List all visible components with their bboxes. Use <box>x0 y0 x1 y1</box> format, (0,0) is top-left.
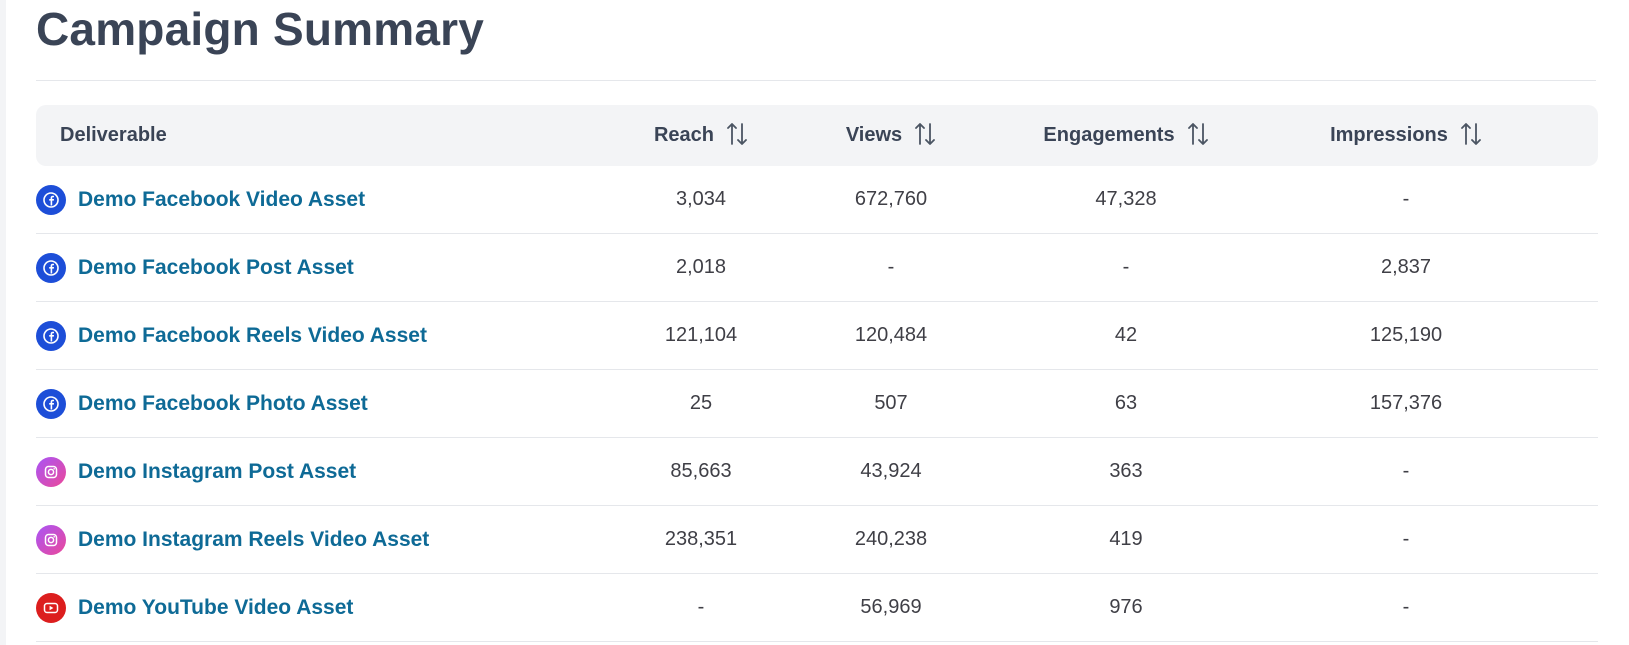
cell-deliverable: Demo Facebook Post Asset <box>36 234 636 301</box>
cell-engagements: 419 <box>1109 528 1143 550</box>
column-label-views: Views <box>845 124 903 146</box>
cell-deliverable: Demo Instagram Reels Video Asset <box>36 506 636 573</box>
facebook-icon <box>36 184 66 215</box>
sort-icon[interactable] <box>914 121 936 147</box>
page-title: Campaign Summary <box>36 3 484 55</box>
cell-reach: 25 <box>689 392 713 414</box>
youtube-icon <box>36 592 66 623</box>
cell-engagements: 42 <box>1114 324 1138 346</box>
deliverable-link[interactable]: Demo Facebook Video Asset <box>78 188 365 212</box>
cell-engagements: 47,328 <box>1095 188 1157 210</box>
cell-views: 240,238 <box>854 528 928 550</box>
cell-reach: 3,034 <box>675 188 727 210</box>
cell-deliverable: Demo Facebook Photo Asset <box>36 370 636 437</box>
cell-deliverable: Demo YouTube Video Asset <box>36 574 636 641</box>
deliverable-link[interactable]: Demo Facebook Post Asset <box>78 256 354 280</box>
cell-impressions: 125,190 <box>1369 324 1443 346</box>
facebook-icon <box>36 388 66 419</box>
cell-deliverable: Demo Facebook Video Asset <box>36 166 636 233</box>
cell-impressions: 2,837 <box>1380 256 1432 278</box>
cell-engagements: - <box>1122 256 1130 278</box>
cell-reach: 85,663 <box>670 460 732 482</box>
cell-views: - <box>887 256 895 278</box>
instagram-icon <box>36 524 66 555</box>
deliverable-link[interactable]: Demo Facebook Photo Asset <box>78 392 368 416</box>
column-label-deliverable: Deliverable <box>60 124 167 146</box>
column-header-engagements[interactable]: Engagements <box>1026 105 1226 166</box>
sort-icon[interactable] <box>1460 121 1482 147</box>
table-row: Demo Facebook Post Asset 2,018 - - 2,837 <box>36 234 1598 302</box>
cell-views: 120,484 <box>854 324 928 346</box>
sort-icon[interactable] <box>1187 121 1209 147</box>
cell-reach: 2,018 <box>675 256 727 278</box>
table-body: Demo Facebook Video Asset 3,034 672,760 47,… <box>36 166 1598 642</box>
campaign-table: Deliverable Reach Views Engagements Impr… <box>36 105 1598 642</box>
table-row: Demo Facebook Reels Video Asset 121,104 12… <box>36 302 1598 370</box>
table-row: Demo Instagram Post Asset 85,663 43,924 363… <box>36 438 1598 506</box>
cell-impressions: - <box>1402 460 1410 482</box>
column-label-engagements: Engagements <box>1043 124 1175 146</box>
cell-impressions: - <box>1402 596 1410 618</box>
deliverable-link[interactable]: Demo Facebook Reels Video Asset <box>78 324 427 348</box>
column-header-deliverable: Deliverable <box>36 105 636 166</box>
column-label-reach: Reach <box>653 124 715 146</box>
table-row: Demo Facebook Video Asset 3,034 672,760 47,… <box>36 166 1598 234</box>
cell-deliverable: Demo Facebook Reels Video Asset <box>36 302 636 369</box>
cell-engagements: 363 <box>1109 460 1143 482</box>
cell-reach: - <box>697 596 705 618</box>
cell-engagements: 63 <box>1114 392 1138 414</box>
cell-views: 43,924 <box>860 460 922 482</box>
column-header-reach[interactable]: Reach <box>616 105 786 166</box>
instagram-icon <box>36 456 66 487</box>
title-divider <box>36 80 1596 81</box>
column-header-impressions[interactable]: Impressions <box>1306 105 1506 166</box>
table-row: Demo YouTube Video Asset - 56,969 976 - <box>36 574 1598 642</box>
deliverable-link[interactable]: Demo YouTube Video Asset <box>78 596 353 620</box>
deliverable-link[interactable]: Demo Instagram Post Asset <box>78 460 356 484</box>
table-header: Deliverable Reach Views Engagements Impr… <box>36 105 1598 166</box>
cell-views: 507 <box>874 392 908 414</box>
campaign-summary-card: Campaign Summary Deliverable Reach Views… <box>6 0 1629 645</box>
cell-impressions: - <box>1402 528 1410 550</box>
deliverable-link[interactable]: Demo Instagram Reels Video Asset <box>78 528 429 552</box>
cell-reach: 121,104 <box>664 324 738 346</box>
cell-deliverable: Demo Instagram Post Asset <box>36 438 636 505</box>
column-header-views[interactable]: Views <box>806 105 976 166</box>
cell-impressions: - <box>1402 188 1410 210</box>
column-label-impressions: Impressions <box>1330 124 1448 146</box>
facebook-icon <box>36 320 66 351</box>
sort-icon[interactable] <box>726 121 748 147</box>
cell-reach: 238,351 <box>664 528 738 550</box>
cell-views: 672,760 <box>854 188 928 210</box>
facebook-icon <box>36 252 66 283</box>
table-row: Demo Facebook Photo Asset 25 507 63 157,376 <box>36 370 1598 438</box>
cell-views: 56,969 <box>860 596 922 618</box>
table-row: Demo Instagram Reels Video Asset 238,351 2… <box>36 506 1598 574</box>
cell-impressions: 157,376 <box>1369 392 1443 414</box>
cell-engagements: 976 <box>1109 596 1143 618</box>
